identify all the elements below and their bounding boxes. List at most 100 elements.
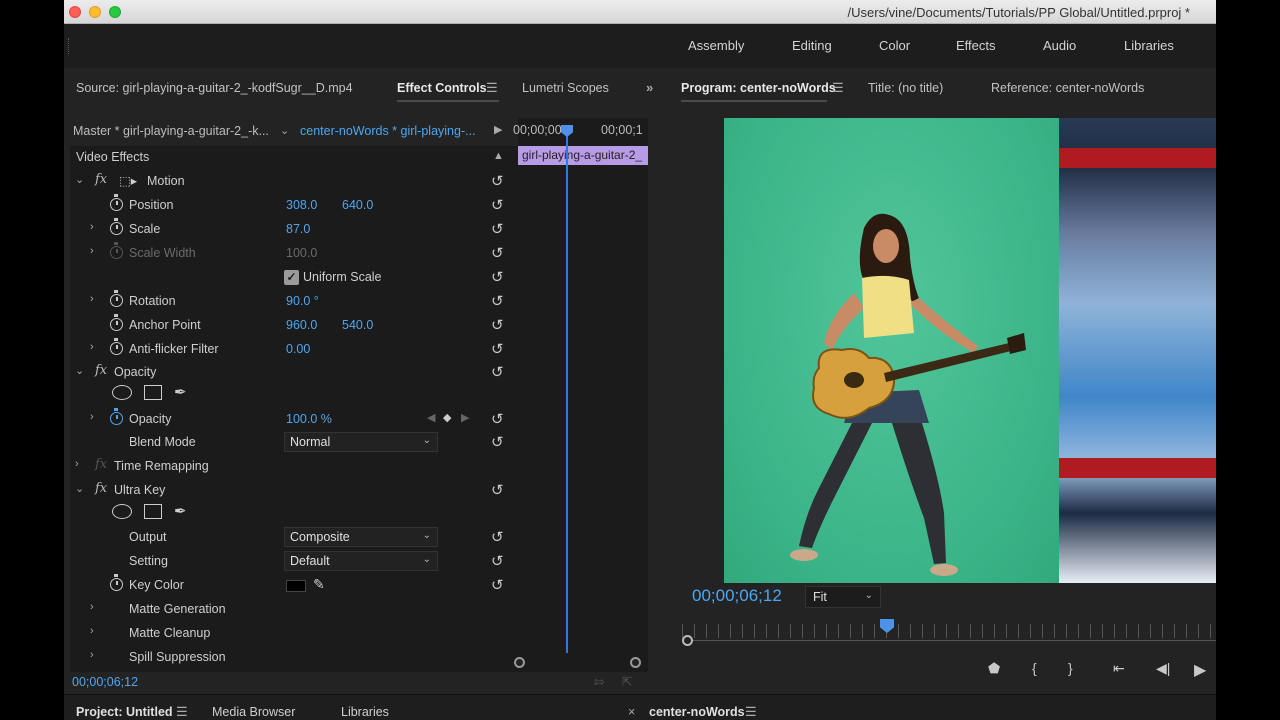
reset-icon[interactable]: ↺ bbox=[491, 244, 504, 262]
pen-mask-icon[interactable]: ✒ bbox=[174, 502, 187, 520]
chevron-right-icon[interactable]: › bbox=[90, 245, 94, 257]
mark-in-icon[interactable]: { bbox=[1032, 660, 1037, 676]
reset-icon[interactable]: ↺ bbox=[491, 340, 504, 358]
workspace-tab-editing[interactable]: Editing bbox=[792, 38, 832, 53]
playhead-line[interactable] bbox=[566, 127, 568, 653]
reset-icon[interactable]: ↺ bbox=[491, 172, 504, 190]
collapse-up-icon[interactable]: ▲ bbox=[493, 150, 504, 162]
go-to-in-icon[interactable]: ⇤ bbox=[1113, 660, 1125, 677]
close-icon[interactable]: × bbox=[628, 705, 635, 719]
zoom-level-dropdown[interactable]: Fit ⌄ bbox=[805, 586, 881, 608]
key-color-swatch[interactable] bbox=[286, 580, 306, 592]
reset-icon[interactable]: ↺ bbox=[491, 363, 504, 381]
pen-mask-icon[interactable]: ✒ bbox=[174, 383, 187, 401]
chevron-down-icon[interactable]: ⌄ bbox=[75, 482, 84, 495]
reset-icon[interactable]: ↺ bbox=[491, 552, 504, 570]
add-keyframe-icon[interactable]: ◆ bbox=[443, 411, 451, 424]
program-zoom-handle[interactable] bbox=[682, 635, 693, 646]
chevron-down-icon[interactable]: ⌄ bbox=[280, 124, 289, 137]
workspace-tab-audio[interactable]: Audio bbox=[1043, 38, 1076, 53]
tab-lumetri-scopes[interactable]: Lumetri Scopes bbox=[522, 81, 609, 95]
zoom-end-handle[interactable] bbox=[630, 657, 641, 668]
mark-out-icon[interactable]: } bbox=[1068, 660, 1073, 676]
panel-overflow-icon[interactable]: » bbox=[646, 80, 653, 95]
spill-suppression-row[interactable]: › Spill Suppression bbox=[70, 646, 510, 670]
reset-icon[interactable]: ↺ bbox=[491, 292, 504, 310]
anchor-y-value[interactable]: 540.0 bbox=[342, 318, 373, 332]
next-keyframe-icon[interactable]: ▶ bbox=[461, 411, 469, 424]
play-icon[interactable]: ▶ bbox=[1194, 660, 1206, 680]
hamburger-menu-icon[interactable]: ☰ bbox=[486, 80, 498, 96]
matte-generation-row[interactable]: › Matte Generation bbox=[70, 598, 510, 622]
chevron-right-icon[interactable]: › bbox=[90, 341, 94, 353]
stopwatch-icon[interactable] bbox=[110, 574, 123, 591]
opacity-value[interactable]: 100.0 % bbox=[286, 412, 332, 426]
filter-icon[interactable]: ⇰ bbox=[594, 674, 604, 689]
reset-icon[interactable]: ↺ bbox=[491, 316, 504, 334]
ultra-key-effect-row[interactable]: ⌄ fx Ultra Key ↺ bbox=[70, 479, 510, 503]
workspace-tab-libraries[interactable]: Libraries bbox=[1124, 38, 1174, 53]
workspace-tab-effects[interactable]: Effects bbox=[956, 38, 996, 53]
setting-dropdown[interactable]: Default ⌄ bbox=[284, 551, 438, 571]
reset-icon[interactable]: ↺ bbox=[491, 410, 504, 428]
chevron-right-icon[interactable]: › bbox=[90, 601, 94, 613]
chevron-right-icon[interactable]: › bbox=[90, 221, 94, 233]
time-remapping-row[interactable]: › fx Time Remapping bbox=[70, 455, 510, 479]
transform-icon[interactable]: ⬚▸ bbox=[119, 173, 137, 188]
add-marker-icon[interactable]: ⬟ bbox=[988, 660, 1000, 677]
uniform-scale-checkbox[interactable]: ✓ bbox=[284, 270, 299, 285]
reset-icon[interactable]: ↺ bbox=[491, 196, 504, 214]
workspace-tab-assembly[interactable]: Assembly bbox=[688, 38, 744, 53]
fx-icon[interactable]: fx bbox=[95, 481, 107, 496]
motion-effect-row[interactable]: ⌄ fx ⬚▸ Motion ↺ bbox=[70, 170, 510, 194]
tab-reference[interactable]: Reference: center-noWords bbox=[991, 81, 1144, 95]
hamburger-menu-icon[interactable]: ☰ bbox=[176, 704, 188, 720]
tab-program[interactable]: Program: center-noWords bbox=[681, 81, 836, 95]
chevron-right-icon[interactable]: › bbox=[90, 649, 94, 661]
chevron-down-icon[interactable]: ⌄ bbox=[75, 173, 84, 186]
reset-icon[interactable]: ↺ bbox=[491, 268, 504, 286]
program-video-frame[interactable] bbox=[724, 118, 1216, 583]
anchor-x-value[interactable]: 960.0 bbox=[286, 318, 317, 332]
export-icon[interactable]: ⇱ bbox=[622, 674, 632, 689]
tab-title[interactable]: Title: (no title) bbox=[868, 81, 943, 95]
chevron-right-icon[interactable]: › bbox=[75, 458, 79, 470]
maximize-window-button[interactable] bbox=[109, 6, 121, 18]
rotation-value[interactable]: 90.0 ° bbox=[286, 294, 319, 308]
tab-sequence[interactable]: center-noWords bbox=[649, 705, 745, 719]
play-arrow-icon[interactable]: ▶ bbox=[494, 123, 502, 136]
tab-source[interactable]: Source: girl-playing-a-guitar-2_-kodfSug… bbox=[76, 81, 353, 95]
reset-icon[interactable]: ↺ bbox=[491, 576, 504, 594]
reset-icon[interactable]: ↺ bbox=[491, 433, 504, 451]
mini-timeline[interactable] bbox=[518, 118, 648, 673]
workspace-tab-color[interactable]: Color bbox=[879, 38, 910, 53]
stopwatch-icon[interactable] bbox=[110, 314, 123, 331]
stopwatch-icon[interactable] bbox=[110, 194, 123, 211]
hamburger-menu-icon[interactable]: ☰ bbox=[832, 80, 844, 96]
chevron-down-icon[interactable]: ⌄ bbox=[75, 364, 84, 377]
program-time-ruler[interactable] bbox=[682, 624, 1216, 638]
rectangle-mask-icon[interactable] bbox=[144, 385, 162, 400]
hamburger-menu-icon[interactable]: ☰ bbox=[745, 704, 757, 720]
chevron-right-icon[interactable]: › bbox=[90, 293, 94, 305]
zoom-start-handle[interactable] bbox=[514, 657, 525, 668]
rectangle-mask-icon[interactable] bbox=[144, 504, 162, 519]
tab-effect-controls[interactable]: Effect Controls bbox=[397, 81, 487, 95]
fx-icon[interactable]: fx bbox=[95, 172, 107, 187]
fx-icon[interactable]: fx bbox=[95, 363, 107, 378]
reset-icon[interactable]: ↺ bbox=[491, 220, 504, 238]
reset-icon[interactable]: ↺ bbox=[491, 481, 504, 499]
grip-icon[interactable] bbox=[68, 38, 71, 54]
step-back-icon[interactable]: ◀| bbox=[1156, 660, 1170, 677]
tab-media-browser[interactable]: Media Browser bbox=[212, 705, 295, 719]
program-timecode[interactable]: 00;00;06;12 bbox=[692, 586, 782, 606]
position-y-value[interactable]: 640.0 bbox=[342, 198, 373, 212]
stopwatch-icon[interactable] bbox=[110, 408, 123, 425]
blend-mode-dropdown[interactable]: Normal ⌄ bbox=[284, 432, 438, 452]
reset-icon[interactable]: ↺ bbox=[491, 528, 504, 546]
chevron-right-icon[interactable]: › bbox=[90, 625, 94, 637]
position-x-value[interactable]: 308.0 bbox=[286, 198, 317, 212]
effect-controls-timecode[interactable]: 00;00;06;12 bbox=[72, 675, 138, 689]
close-window-button[interactable] bbox=[69, 6, 81, 18]
anti-flicker-value[interactable]: 0.00 bbox=[286, 342, 310, 356]
